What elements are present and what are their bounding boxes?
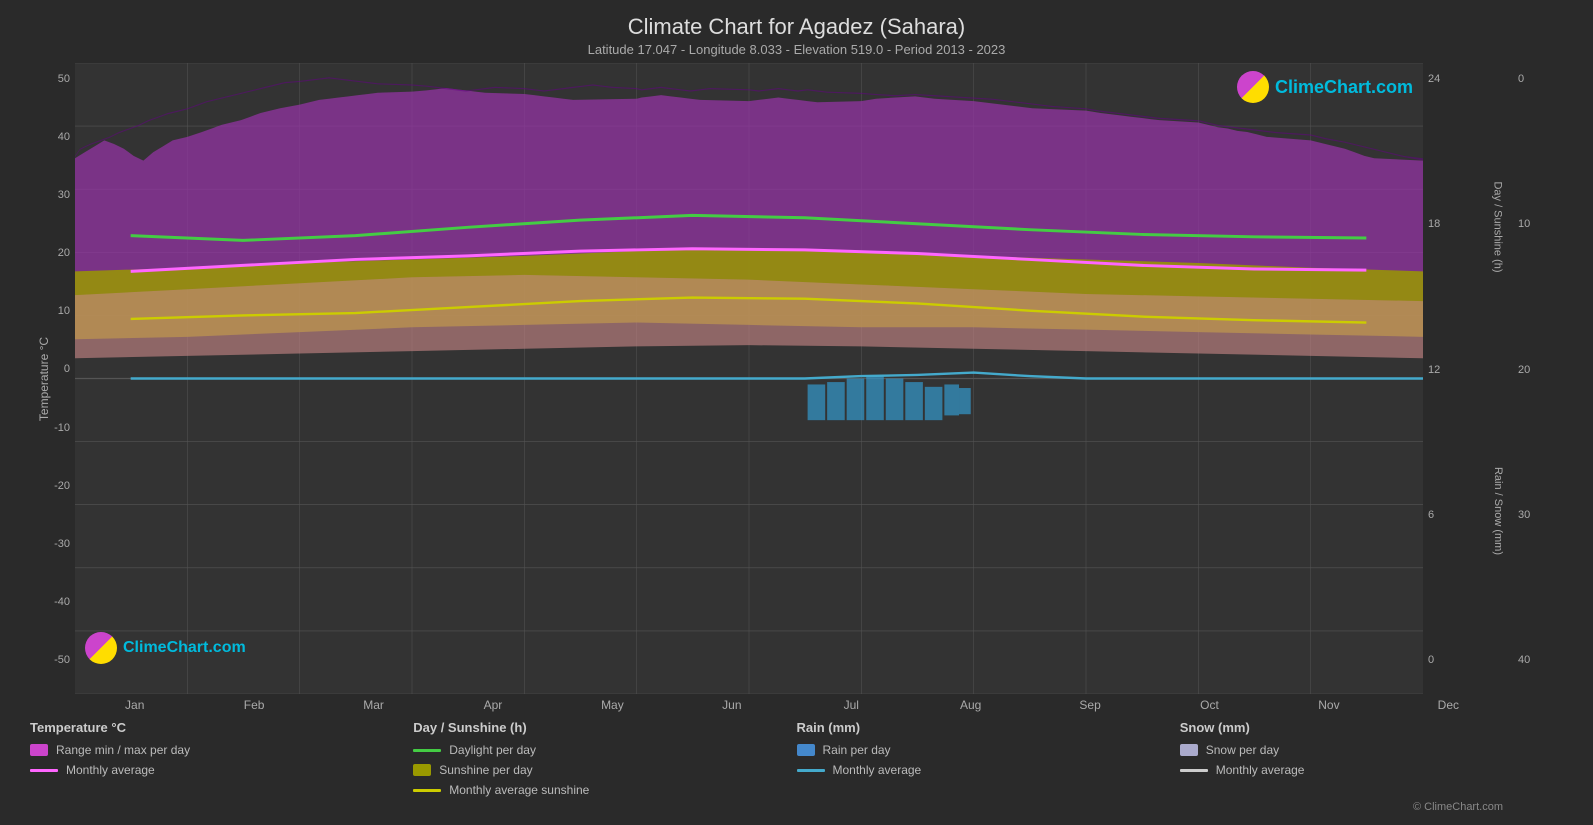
- right-axis-rain-label: Rain / Snow (mm): [1492, 467, 1504, 555]
- legend-col-temperature: Temperature °C Range min / max per day M…: [30, 720, 413, 797]
- legend-col-rain: Rain (mm) Rain per day Monthly average: [797, 720, 1180, 797]
- legend-item-monthly-avg-sunshine: Monthly average sunshine: [413, 783, 796, 797]
- y-axis-left: Temperature °C 50 40 30 20 10 0 -10 -20 …: [20, 63, 75, 694]
- legend-item-monthly-avg-rain: Monthly average: [797, 763, 1180, 777]
- watermark-bottom-left: ClimeChart.com: [85, 632, 246, 664]
- x-axis: Jan Feb Mar Apr May Jun Jul Aug Sep Oct …: [75, 694, 1508, 712]
- chart-title: Climate Chart for Agadez (Sahara): [20, 14, 1573, 40]
- legend-item-range: Range min / max per day: [30, 743, 413, 757]
- legend-line-daylight: [413, 749, 441, 752]
- y-axis-right-sunshine: 24 18 12 6 0: [1423, 63, 1483, 694]
- legend-title-sunshine: Day / Sunshine (h): [413, 720, 796, 735]
- y-axis-left-label: Temperature °C: [37, 336, 51, 420]
- legend-item-rain-swatch: Rain per day: [797, 743, 1180, 757]
- legend-col-sunshine: Day / Sunshine (h) Daylight per day Suns…: [413, 720, 796, 797]
- legend-title-rain: Rain (mm): [797, 720, 1180, 735]
- legend-item-monthly-avg-temp: Monthly average: [30, 763, 413, 777]
- legend-swatch-range: [30, 744, 48, 756]
- right-axis-label-group: Day / Sunshine (h) Rain / Snow (mm): [1483, 63, 1513, 694]
- right-axis-sunshine-label: Day / Sunshine (h): [1492, 181, 1504, 272]
- legend-col-snow: Snow (mm) Snow per day Monthly average: [1180, 720, 1563, 797]
- legend-title-snow: Snow (mm): [1180, 720, 1563, 735]
- copyright: © ClimeChart.com: [20, 801, 1573, 815]
- legend-line-monthly-rain: [797, 769, 825, 772]
- watermark-top-right: ClimeChart.com: [1237, 71, 1413, 103]
- legend-item-sunshine-swatch: Sunshine per day: [413, 763, 796, 777]
- legend-item-snow-swatch: Snow per day: [1180, 743, 1563, 757]
- legend-swatch-sunshine: [413, 764, 431, 776]
- legend-line-monthly-snow: [1180, 769, 1208, 772]
- legend-item-monthly-avg-snow: Monthly average: [1180, 763, 1563, 777]
- legend: Temperature °C Range min / max per day M…: [20, 712, 1573, 801]
- legend-item-daylight: Daylight per day: [413, 743, 796, 757]
- legend-line-monthly-temp: [30, 769, 58, 772]
- legend-title-temperature: Temperature °C: [30, 720, 413, 735]
- legend-swatch-rain: [797, 744, 815, 756]
- legend-swatch-snow: [1180, 744, 1198, 756]
- chart-plot-area: ClimeChart.com ClimeChart.com: [75, 63, 1423, 694]
- chart-subtitle: Latitude 17.047 - Longitude 8.033 - Elev…: [20, 42, 1573, 57]
- y-axis-right-rain: 0 10 20 30 40: [1513, 63, 1573, 694]
- legend-line-monthly-sunshine: [413, 789, 441, 792]
